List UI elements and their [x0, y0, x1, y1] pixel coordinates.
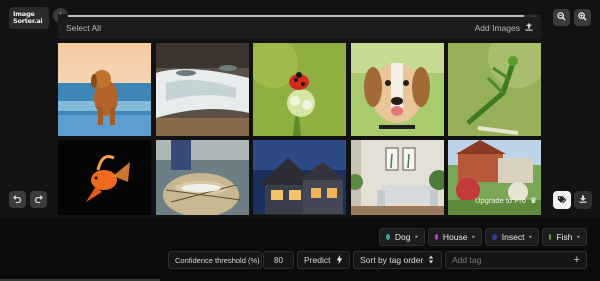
add-tag-input[interactable]: Add tag + [445, 251, 587, 269]
image-tile-ladybug[interactable] [253, 43, 346, 136]
tag-label: House [442, 232, 468, 242]
zoom-out-icon [557, 12, 566, 23]
upgrade-to-pro-button[interactable]: Upgrade to Pro ♛ [475, 191, 537, 209]
tag-color-dot [492, 234, 497, 240]
upgrade-label: Upgrade to Pro [475, 195, 526, 205]
predict-button[interactable]: Predict [297, 251, 350, 269]
sort-updown-icon [428, 254, 434, 266]
caret-right-icon: ▸ [577, 234, 580, 240]
tag-label: Insect [501, 232, 525, 242]
tag-chip-insect[interactable]: Insect ▸ [485, 228, 539, 246]
lightning-icon [336, 254, 343, 266]
confidence-threshold-input[interactable]: 80 [263, 251, 294, 269]
zoom-in-icon [578, 12, 587, 23]
undo-icon [13, 194, 22, 206]
app-logo: Image Sorter.ai [9, 7, 49, 29]
caret-right-icon: ▸ [529, 234, 532, 240]
caret-right-icon: ▸ [415, 234, 418, 240]
zoom-out-button[interactable] [553, 9, 570, 26]
logo-line-2: Sorter.ai [13, 17, 43, 25]
image-tile-mantis[interactable] [448, 43, 541, 136]
add-tag-placeholder: Add tag [452, 255, 482, 265]
zoom-in-button[interactable] [574, 9, 591, 26]
crown-icon: ♛ [529, 195, 538, 205]
image-tile-fish-net[interactable] [155, 140, 249, 215]
tag-label: Fish [556, 232, 573, 242]
tag-chip-house[interactable]: House ▸ [428, 228, 482, 246]
add-images-label: Add Images [474, 23, 520, 33]
image-tile-beagle[interactable] [350, 43, 444, 136]
image-tile-goldfish[interactable] [58, 140, 151, 215]
image-sorter-app: Image Sorter.ai i Select All Add Images [0, 0, 600, 281]
tag-color-dot [435, 234, 438, 240]
sort-label: Sort by tag order [360, 255, 424, 265]
confidence-threshold-label: Confidence threshold (%) [168, 251, 262, 269]
image-tile-dog-beach[interactable] [58, 43, 151, 136]
upload-icon [525, 23, 533, 33]
tag-chip-dog[interactable]: Dog ▸ [379, 228, 425, 246]
download-icon [579, 195, 587, 205]
tag-color-dot [549, 234, 552, 240]
redo-button[interactable] [30, 191, 47, 208]
plus-icon[interactable]: + [574, 254, 580, 266]
select-all-button[interactable]: Select All [66, 23, 101, 33]
add-images-button[interactable]: Add Images [475, 23, 533, 33]
tag-label: Dog [394, 232, 411, 242]
top-toolbar: Select All Add Images [58, 14, 541, 39]
image-grid [58, 43, 541, 215]
tag-color-dot [386, 234, 390, 240]
caret-right-icon: ▸ [472, 234, 475, 240]
sort-select[interactable]: Sort by tag order [353, 251, 442, 269]
progress-track [68, 15, 538, 17]
undo-button[interactable] [9, 191, 26, 208]
progress-fill [68, 15, 524, 17]
image-tile-house-dusk[interactable] [253, 140, 346, 215]
tag-icon [557, 195, 567, 206]
download-button[interactable] [574, 191, 592, 209]
redo-icon [34, 194, 43, 206]
tag-chip-fish[interactable]: Fish ▸ [542, 228, 587, 246]
tag-button[interactable] [553, 191, 571, 209]
image-tile-living-room[interactable] [350, 140, 444, 215]
predict-label: Predict [304, 255, 331, 265]
image-tile-fish-stream[interactable] [155, 43, 249, 136]
